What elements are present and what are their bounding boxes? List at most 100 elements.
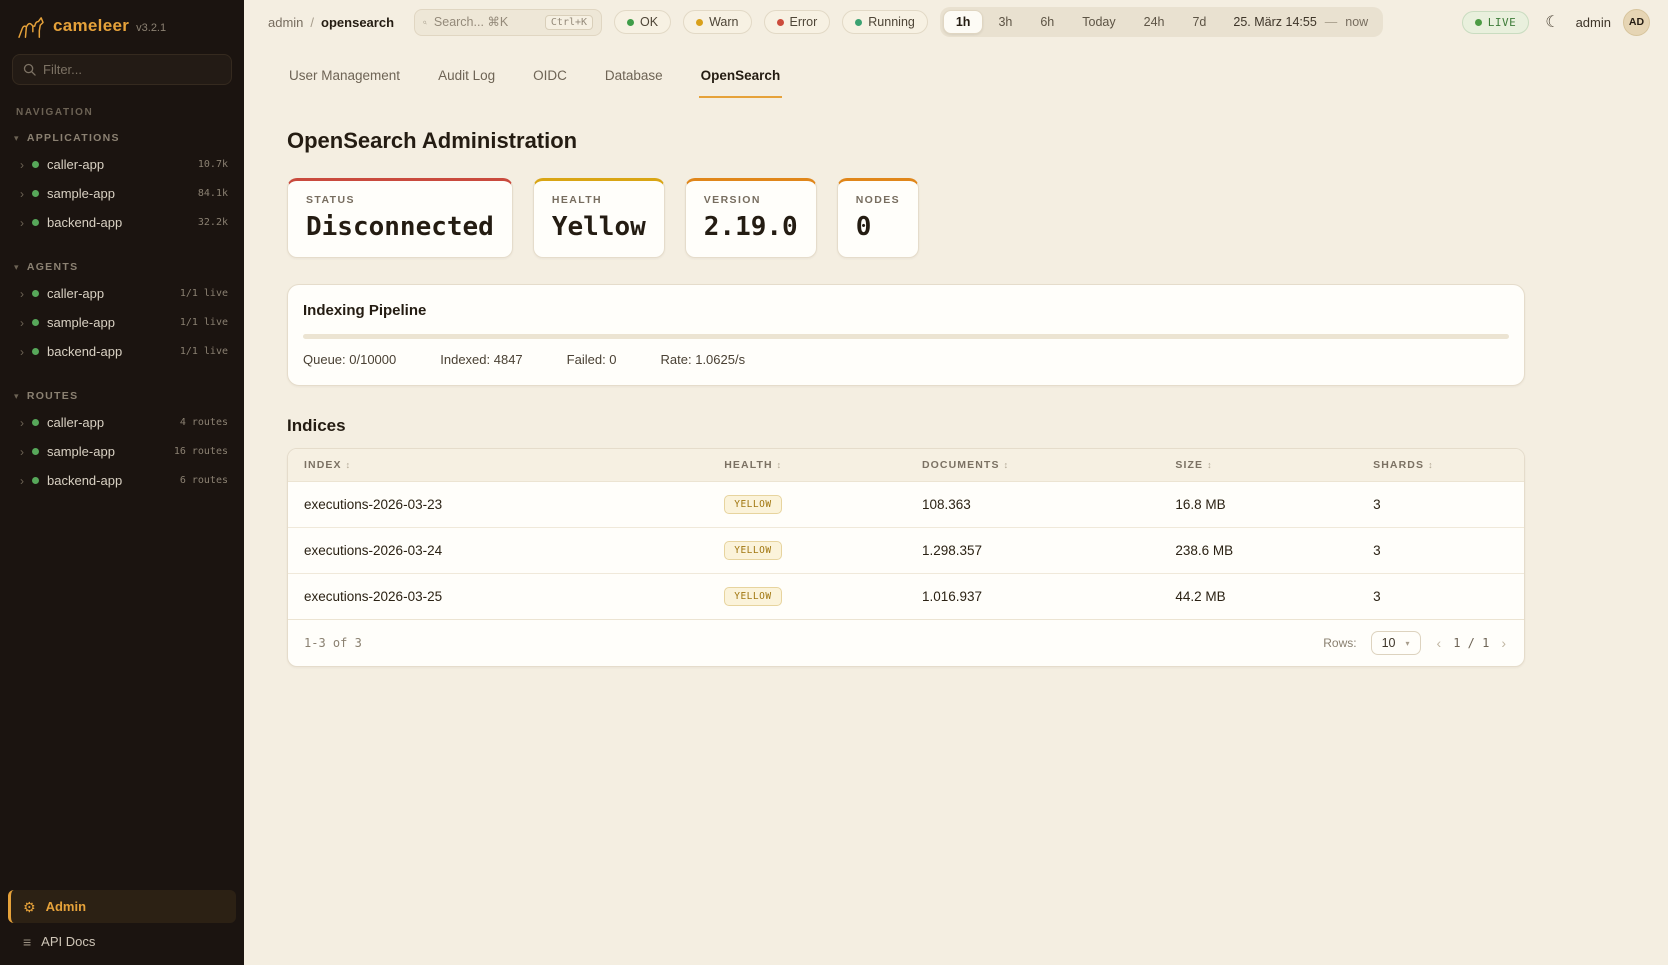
item-badge: 1/1 live [180, 317, 228, 328]
filter-pill-warn[interactable]: Warn [683, 10, 751, 34]
sidebar-item-applications-backend-app[interactable]: backend-app 32.2k [0, 208, 244, 237]
column-header-documents[interactable]: DOCUMENTS [906, 449, 1159, 481]
sidebar-item-admin[interactable]: ⚙ Admin [8, 890, 236, 923]
chevron-right-icon [20, 473, 24, 488]
column-header-health[interactable]: HEALTH [708, 449, 906, 481]
rows-per-page-select[interactable]: 10 ▾ [1371, 631, 1421, 655]
page-title: OpenSearch Administration [287, 128, 1525, 154]
app-logo: cameleer v3.2.1 [0, 0, 244, 52]
brand-name: cameleer [53, 16, 129, 36]
time-range-1h[interactable]: 1h [943, 10, 984, 34]
time-range-6h[interactable]: 6h [1027, 10, 1067, 34]
group-header-routes[interactable]: ROUTES [0, 380, 244, 408]
item-badge: 16 routes [174, 446, 228, 457]
sidebar-item-agents-sample-app[interactable]: sample-app 1/1 live [0, 308, 244, 337]
tab-audit-log[interactable]: Audit Log [436, 58, 497, 98]
item-label: sample-app [47, 315, 172, 330]
table-row[interactable]: executions-2026-03-25 YELLOW 1.016.937 4… [288, 574, 1524, 619]
avatar[interactable]: AD [1623, 9, 1650, 36]
health-badge: YELLOW [724, 587, 781, 606]
tab-database[interactable]: Database [603, 58, 665, 98]
sort-icon [1428, 459, 1434, 471]
dark-mode-toggle[interactable]: ☾ [1541, 10, 1563, 34]
sidebar-item-applications-sample-app[interactable]: sample-app 84.1k [0, 179, 244, 208]
sidebar-item-agents-caller-app[interactable]: caller-app 1/1 live [0, 279, 244, 308]
filter-pill-error[interactable]: Error [764, 10, 831, 34]
column-header-size[interactable]: SIZE [1159, 449, 1357, 481]
group-header-applications[interactable]: APPLICATIONS [0, 122, 244, 150]
main-area: admin / opensearch Ctrl+K OK Warn [244, 0, 1668, 965]
sidebar-item-routes-sample-app[interactable]: sample-app 16 routes [0, 437, 244, 466]
breadcrumb-parent[interactable]: admin [268, 15, 303, 30]
stat-value: Yellow [552, 212, 646, 242]
time-range-7d[interactable]: 7d [1179, 10, 1219, 34]
item-label: backend-app [47, 473, 172, 488]
api-docs-label: API Docs [41, 934, 95, 949]
pipeline-stat-indexed: Indexed: 4847 [440, 352, 522, 367]
nav-group-agents: AGENTS caller-app 1/1 live sample-app 1/… [0, 251, 244, 366]
sidebar-filter-box[interactable] [12, 54, 232, 85]
breadcrumb-separator: / [310, 15, 314, 30]
item-label: caller-app [47, 415, 172, 430]
user-name: admin [1576, 15, 1611, 30]
cell-shards: 3 [1357, 484, 1524, 525]
item-badge: 84.1k [198, 188, 228, 199]
table-row[interactable]: executions-2026-03-23 YELLOW 108.363 16.… [288, 482, 1524, 528]
sort-icon [346, 459, 352, 471]
filter-pill-ok[interactable]: OK [614, 10, 671, 34]
status-dot [32, 161, 39, 168]
sidebar-item-api-docs[interactable]: ≡ API Docs [8, 923, 236, 951]
cell-health: YELLOW [708, 482, 906, 527]
tab-opensearch[interactable]: OpenSearch [699, 58, 783, 98]
column-label: HEALTH [724, 459, 772, 471]
table-footer: 1-3 of 3 Rows: 10 ▾ ‹ 1 / 1 › [288, 619, 1524, 666]
pipeline-stat-failed: Failed: 0 [567, 352, 617, 367]
time-range-selector: 1h 3h 6h Today 24h 7d 25. März 14:55 — n… [940, 7, 1383, 37]
sidebar-item-agents-backend-app[interactable]: backend-app 1/1 live [0, 337, 244, 366]
column-label: INDEX [304, 459, 342, 471]
column-header-index[interactable]: INDEX [288, 449, 708, 481]
status-dot [32, 348, 39, 355]
chevron-right-icon [20, 415, 24, 430]
sidebar-item-routes-backend-app[interactable]: backend-app 6 routes [0, 466, 244, 495]
column-header-shards[interactable]: SHARDS [1357, 449, 1524, 481]
nav-group-applications: APPLICATIONS caller-app 10.7k sample-app… [0, 122, 244, 237]
cameleer-logo-icon [16, 16, 46, 40]
rows-per-page-value: 10 [1382, 636, 1396, 650]
stat-label: STATUS [306, 194, 494, 206]
group-label: APPLICATIONS [27, 132, 120, 144]
stat-label: VERSION [704, 194, 798, 206]
filter-input[interactable] [43, 62, 221, 77]
topbar: admin / opensearch Ctrl+K OK Warn [244, 0, 1668, 44]
sidebar-item-routes-caller-app[interactable]: caller-app 4 routes [0, 408, 244, 437]
time-range-24h[interactable]: 24h [1131, 10, 1178, 34]
live-indicator[interactable]: LIVE [1462, 11, 1530, 34]
health-badge: YELLOW [724, 495, 781, 514]
cell-size: 44.2 MB [1159, 576, 1357, 617]
search-input[interactable] [434, 15, 538, 29]
previous-page-button[interactable]: ‹ [1435, 635, 1444, 651]
next-page-button[interactable]: › [1499, 635, 1508, 651]
search-icon [23, 63, 36, 76]
warn-status-dot [696, 19, 703, 26]
item-badge: 4 routes [180, 417, 228, 428]
table-footer-controls: Rows: 10 ▾ ‹ 1 / 1 › [1323, 631, 1508, 655]
navigation-section-label: NAVIGATION [0, 95, 244, 122]
tab-oidc[interactable]: OIDC [531, 58, 569, 98]
cell-index: executions-2026-03-25 [288, 576, 708, 617]
global-search[interactable]: Ctrl+K [414, 9, 602, 36]
sidebar-footer: ⚙ Admin ≡ API Docs [0, 882, 244, 965]
time-range-today[interactable]: Today [1069, 10, 1128, 34]
time-display-datetime: 25. März 14:55 [1233, 15, 1316, 29]
filter-pill-running[interactable]: Running [842, 10, 928, 34]
item-label: caller-app [47, 286, 172, 301]
tab-user-management[interactable]: User Management [287, 58, 402, 98]
sidebar-item-applications-caller-app[interactable]: caller-app 10.7k [0, 150, 244, 179]
time-range-3h[interactable]: 3h [985, 10, 1025, 34]
status-dot [32, 219, 39, 226]
group-header-agents[interactable]: AGENTS [0, 251, 244, 279]
running-status-dot [855, 19, 862, 26]
breadcrumb-current: opensearch [321, 15, 394, 30]
table-row[interactable]: executions-2026-03-24 YELLOW 1.298.357 2… [288, 528, 1524, 574]
stat-card-version: VERSION 2.19.0 [685, 178, 817, 258]
